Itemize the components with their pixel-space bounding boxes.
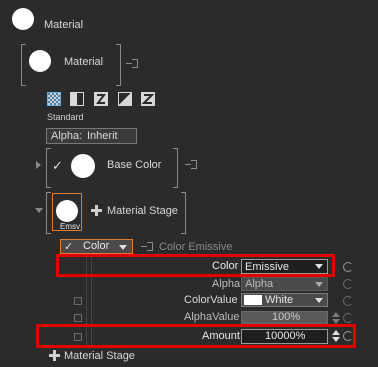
reset-icon[interactable]	[343, 313, 353, 323]
alpha-prop-label: Alpha	[212, 278, 241, 290]
color-emissive-label: Color Emissive	[159, 241, 233, 253]
color-row-highlight	[56, 254, 335, 277]
alpha-value-text: 100%	[272, 311, 301, 323]
chevron-down-icon	[315, 298, 323, 303]
collapse-arrow-icon[interactable]	[35, 208, 43, 213]
material-thumbnail[interactable]	[29, 50, 51, 72]
amount-row-highlight	[36, 324, 356, 348]
diagonal-icon[interactable]	[118, 92, 132, 106]
checker-icon[interactable]	[47, 92, 61, 106]
add-material-stage-label[interactable]: Material Stage	[64, 350, 135, 362]
alpha-value-stepper-icon[interactable]	[332, 312, 340, 324]
chevron-down-icon	[315, 282, 323, 287]
alpha-value-label: AlphaValue	[184, 311, 240, 323]
root-material-thumbnail[interactable]	[12, 8, 34, 30]
material-node-bracket-left	[21, 44, 26, 86]
add-stage-plus-icon[interactable]	[49, 350, 60, 361]
color-value-checkbox[interactable]	[74, 297, 82, 305]
base-color-thumbnail[interactable]	[71, 154, 95, 178]
channel-check-icon: ✓	[64, 241, 74, 253]
material-stage-thumb-label: Emsv	[60, 222, 80, 231]
color-emissive-link-icon[interactable]	[141, 242, 155, 252]
material-node-bracket-right	[116, 44, 121, 86]
alpha-value-checkbox[interactable]	[74, 314, 82, 322]
base-color-bracket-right	[173, 148, 178, 188]
reset-icon[interactable]	[343, 296, 353, 306]
channel-label: Color	[83, 240, 110, 252]
base-color-bracket-left	[46, 148, 51, 188]
material-stage-bracket-left	[46, 192, 51, 234]
expand-arrow-icon[interactable]	[36, 161, 41, 169]
color-channel-dropdown[interactable]: ✓ Color	[60, 239, 133, 254]
root-material-label: Material	[44, 19, 84, 31]
alpha-inherit-value: Inherit	[87, 130, 118, 142]
base-color-label: Base Color	[107, 159, 162, 171]
alpha-inherit-label: Alpha:	[51, 130, 83, 142]
material-stage-label: Material Stage	[107, 205, 178, 217]
material-stage-bracket-right	[181, 192, 186, 234]
color-swatch	[244, 295, 262, 305]
link-icon[interactable]	[126, 59, 140, 69]
reset-icon[interactable]	[343, 262, 353, 272]
z-icon[interactable]	[141, 92, 155, 106]
reset-icon[interactable]	[343, 279, 353, 289]
color-value-label: ColorValue	[184, 294, 238, 306]
mode-selected-label: Standard	[47, 112, 84, 122]
chevron-down-icon	[119, 245, 127, 250]
color-value-dropdown[interactable]: White	[241, 293, 328, 307]
alpha-inherit-field[interactable]: Alpha: Inherit	[46, 128, 137, 144]
material-node-label: Material	[64, 56, 104, 68]
alpha-value-field[interactable]: 100%	[241, 311, 328, 324]
color-value-text: White	[265, 294, 294, 306]
half-square-icon[interactable]	[70, 92, 84, 106]
alpha-dropdown[interactable]: Alpha	[241, 277, 328, 291]
alpha-dropdown-value: Alpha	[245, 278, 274, 290]
material-stage-thumbnail[interactable]	[56, 200, 78, 222]
plus-icon[interactable]	[91, 205, 102, 216]
base-color-link-icon[interactable]	[185, 160, 199, 170]
z-curve-icon[interactable]	[94, 92, 108, 106]
base-color-check-icon[interactable]: ✓	[52, 158, 63, 174]
